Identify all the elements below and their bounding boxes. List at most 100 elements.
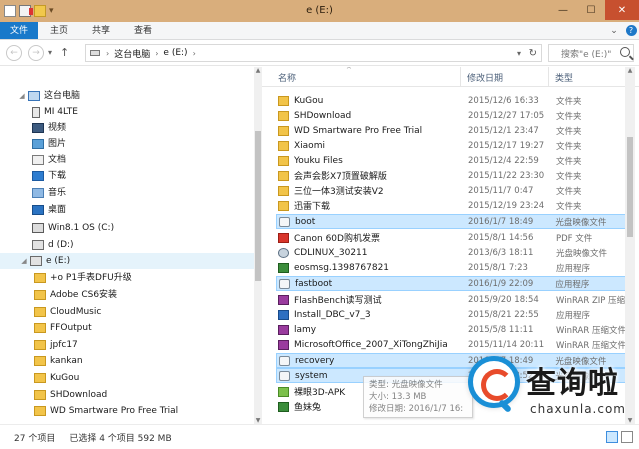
nav-drive-c[interactable]: Win8.1 OS (C:): [30, 220, 114, 236]
windows-drive-icon: [32, 223, 44, 233]
file-row[interactable]: SHDownload 2015/12/27 17:05 文件夹: [276, 108, 626, 123]
drive-icon: [32, 240, 44, 250]
nav-folder[interactable]: SHDownload: [32, 387, 107, 403]
nav-folder[interactable]: jpfc17: [32, 337, 78, 353]
tab-home[interactable]: 主页: [38, 22, 80, 39]
navigation-pane: ◢ 这台电脑 MI 4LTE 视频 图片 文档 下载 音乐 桌面 Win8.1 O…: [0, 67, 262, 424]
column-header-name[interactable]: 名称: [278, 71, 296, 84]
nav-folder[interactable]: Adobe CS6安装: [32, 287, 117, 303]
status-bar: 27 个项目 已选择 4 个项目 592 MB: [0, 424, 639, 449]
file-row[interactable]: WD Smartware Pro Free Trial 2015/12/1 23:…: [276, 123, 626, 138]
chevron-right-icon[interactable]: ›: [193, 49, 196, 58]
scroll-up-icon[interactable]: ▲: [254, 67, 262, 74]
customize-toolbar-icon[interactable]: ▾: [49, 6, 54, 16]
up-button[interactable]: ↑: [60, 46, 69, 59]
nav-music[interactable]: 音乐: [30, 185, 66, 201]
scrollbar-thumb[interactable]: [255, 131, 261, 281]
nav-folder[interactable]: WD Smartware Pro Free Trial: [32, 403, 178, 419]
expand-icon[interactable]: ◢: [18, 88, 26, 104]
file-row[interactable]: FlashBench读写测试 2015/9/20 18:54 WinRAR ZIP …: [276, 292, 626, 307]
large-icons-view-button[interactable]: [621, 431, 633, 443]
file-row[interactable]: Install_DBC_v7_3 2015/8/21 22:55 应用程序: [276, 307, 626, 322]
breadcrumb-drive-e[interactable]: e (E:): [163, 48, 187, 58]
column-header-date[interactable]: 修改日期: [467, 71, 503, 84]
folder-icon: [278, 155, 289, 166]
file-row-selected[interactable]: boot 2016/1/7 18:49 光盘映像文件: [276, 214, 626, 229]
disc-image-icon: [279, 216, 290, 227]
nav-this-pc[interactable]: ◢ 这台电脑: [18, 88, 80, 104]
column-header-type[interactable]: 类型: [555, 71, 573, 84]
new-folder-icon[interactable]: [34, 5, 46, 17]
file-row[interactable]: eosmsg.1398767821 2015/8/1 7:23 应用程序: [276, 260, 626, 275]
music-icon: [32, 188, 44, 198]
details-view-button[interactable]: [606, 431, 618, 443]
nav-downloads[interactable]: 下载: [30, 168, 66, 184]
address-history-icon[interactable]: ▾: [517, 49, 521, 58]
quick-access-toolbar: ▾: [0, 5, 54, 17]
app-icon[interactable]: [4, 5, 16, 17]
nav-mi-4lte[interactable]: MI 4LTE: [30, 104, 78, 120]
nav-folder[interactable]: +o P1手表DFU升级: [32, 270, 132, 286]
close-button[interactable]: ✕: [605, 0, 639, 20]
help-button[interactable]: ?: [623, 22, 639, 39]
nav-drive-e[interactable]: ◢ e (E:): [0, 253, 258, 269]
disc-image-icon: [279, 370, 290, 381]
column-divider[interactable]: [460, 67, 461, 87]
chevron-right-icon[interactable]: ›: [155, 49, 158, 58]
minimize-button[interactable]: —: [549, 0, 577, 20]
file-row[interactable]: Youku Files 2015/12/4 22:59 文件夹: [276, 153, 626, 168]
app-icon: [279, 278, 290, 289]
file-row-selected[interactable]: fastboot 2016/1/9 22:09 应用程序: [276, 276, 626, 291]
scroll-down-icon[interactable]: ▼: [625, 417, 635, 424]
file-row[interactable]: 会声会影X7顶置破解版 2015/11/22 23:30 文件夹: [276, 168, 626, 183]
refresh-icon[interactable]: ↻: [529, 48, 537, 59]
item-count: 27 个项目: [14, 433, 56, 444]
nav-folder[interactable]: kankan: [32, 353, 83, 369]
maximize-button[interactable]: ☐: [577, 0, 605, 20]
scroll-down-icon[interactable]: ▼: [254, 417, 262, 424]
forward-button[interactable]: →: [28, 44, 44, 61]
nav-documents[interactable]: 文档: [30, 152, 66, 168]
file-row[interactable]: MicrosoftOffice_2007_XiTongZhiJia 2015/11…: [276, 337, 626, 352]
nav-folder[interactable]: KuGou: [32, 370, 79, 386]
scroll-up-icon[interactable]: ▲: [625, 67, 635, 74]
file-row[interactable]: KuGou 2015/12/6 16:33 文件夹: [276, 93, 626, 108]
nav-pictures[interactable]: 图片: [30, 136, 66, 152]
column-divider[interactable]: [548, 67, 549, 87]
video-icon: [32, 123, 44, 133]
collapse-icon[interactable]: ◢: [20, 253, 28, 269]
file-row[interactable]: lamy 2015/5/8 11:11 WinRAR 压缩文件: [276, 322, 626, 337]
chevron-right-icon[interactable]: ›: [106, 49, 109, 58]
nav-drive-d[interactable]: d (D:): [30, 237, 74, 253]
file-row[interactable]: Xiaomi 2015/12/17 19:27 文件夹: [276, 138, 626, 153]
scrollbar-thumb[interactable]: [627, 137, 633, 237]
navigation-scrollbar[interactable]: ▲ ▼: [254, 67, 262, 424]
tab-share[interactable]: 共享: [80, 22, 122, 39]
tab-view[interactable]: 查看: [122, 22, 164, 39]
expand-ribbon-icon[interactable]: ⌄: [605, 22, 623, 39]
nav-desktop[interactable]: 桌面: [30, 202, 66, 218]
file-row[interactable]: CDLINUX_30211 2013/6/3 18:11 光盘映像文件: [276, 245, 626, 260]
file-row[interactable]: 迅雷下载 2015/12/19 23:24 文件夹: [276, 198, 626, 213]
folder-icon: [278, 110, 289, 121]
address-bar[interactable]: › 这台电脑 › e (E:) › ▾ ↻: [85, 44, 542, 62]
nav-folder[interactable]: FFOutput: [32, 320, 92, 336]
file-row[interactable]: Canon 60D购机发票 2015/8/1 14:56 PDF 文件: [276, 230, 626, 245]
search-input[interactable]: 搜索"e (E:)": [548, 44, 634, 62]
nav-folder[interactable]: CloudMusic: [32, 304, 101, 320]
file-row[interactable]: 三位一体3测试安装V2 2015/11/7 0:47 文件夹: [276, 183, 626, 198]
folder-icon: [34, 373, 46, 383]
file-list-scrollbar[interactable]: ▲ ▼: [625, 67, 635, 424]
tab-file[interactable]: 文件: [0, 22, 39, 39]
file-row-selected[interactable]: recovery 2016/1/7 18:49 光盘映像文件: [276, 353, 626, 368]
apk-icon: [278, 386, 289, 397]
back-button[interactable]: ←: [6, 44, 22, 61]
nav-videos[interactable]: 视频: [30, 120, 66, 136]
breadcrumb-this-pc[interactable]: 这台电脑: [114, 47, 150, 60]
drive-icon: [90, 50, 100, 56]
folder-icon: [34, 340, 46, 350]
folder-icon: [34, 307, 46, 317]
folder-icon: [34, 390, 46, 400]
recent-locations-icon[interactable]: ▾: [48, 48, 52, 57]
properties-icon[interactable]: [19, 5, 33, 17]
